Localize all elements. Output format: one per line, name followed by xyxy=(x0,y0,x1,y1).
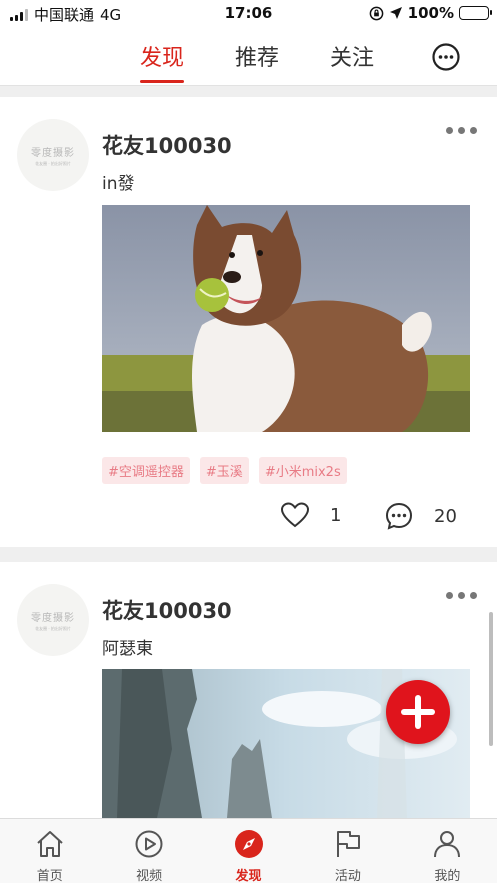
like-button[interactable]: 1 xyxy=(280,501,341,529)
location-arrow-icon xyxy=(389,7,402,19)
compass-icon xyxy=(234,830,263,858)
post-text: in發 xyxy=(102,174,135,194)
avatar[interactable]: 零度摄影 花友圈 · 拍出好照片 xyxy=(17,584,89,656)
comment-button[interactable]: 20 xyxy=(384,501,457,531)
bottom-nav: 首页 视频 发现 活动 我的 xyxy=(0,818,497,883)
more-options-icon[interactable] xyxy=(446,127,482,135)
rotation-lock-icon xyxy=(369,6,383,20)
tag-chip[interactable]: #空调遥控器 xyxy=(102,457,190,484)
comment-icon xyxy=(385,502,413,530)
play-icon xyxy=(135,830,163,858)
tab-discover[interactable]: 发现 xyxy=(140,40,185,83)
tab-recommend[interactable]: 推荐 xyxy=(235,40,279,72)
status-bar: 中国联通 4G 17:06 100% xyxy=(0,0,497,28)
user-icon xyxy=(434,831,461,858)
post-text: 阿瑟東 xyxy=(102,639,153,659)
add-post-button[interactable] xyxy=(386,680,450,744)
app-screen: 中国联通 4G 17:06 100% 发现 推荐 关注 零度摄影 花友圈 · 拍… xyxy=(0,0,497,883)
nav-home[interactable]: 首页 xyxy=(0,819,99,883)
dog-with-tennis-ball-photo[interactable] xyxy=(102,205,470,432)
active-tab-indicator xyxy=(140,80,185,83)
nav-me[interactable]: 我的 xyxy=(398,819,497,883)
chat-bubble-icon[interactable] xyxy=(431,42,461,72)
tag-chip[interactable]: #玉溪 xyxy=(199,457,249,484)
avatar[interactable]: 零度摄影 花友圈 · 拍出好照片 xyxy=(17,119,89,191)
username[interactable]: 花友100030 xyxy=(102,130,232,160)
username[interactable]: 花友100030 xyxy=(102,595,232,625)
like-count: 1 xyxy=(330,504,342,526)
battery-icon xyxy=(459,6,492,20)
tag-chip[interactable]: #小米mix2s xyxy=(258,457,347,484)
scrollbar[interactable] xyxy=(489,612,493,746)
comment-count: 20 xyxy=(434,505,457,527)
battery-percent: 100% xyxy=(407,4,454,22)
more-options-icon[interactable] xyxy=(446,592,482,600)
post-card[interactable]: 零度摄影 花友圈 · 拍出好照片 花友100030 in發 #空调遥控器 #玉溪… xyxy=(0,97,497,547)
tag-list: #空调遥控器 #玉溪 #小米mix2s xyxy=(102,457,347,484)
flag-icon xyxy=(336,831,360,857)
nav-video[interactable]: 视频 xyxy=(99,819,198,883)
nav-activity[interactable]: 活动 xyxy=(298,819,397,883)
tab-following[interactable]: 关注 xyxy=(330,40,374,72)
heart-icon xyxy=(280,502,310,528)
home-icon xyxy=(37,831,63,857)
nav-discover[interactable]: 发现 xyxy=(199,819,298,883)
top-nav: 发现 推荐 关注 xyxy=(0,28,497,86)
